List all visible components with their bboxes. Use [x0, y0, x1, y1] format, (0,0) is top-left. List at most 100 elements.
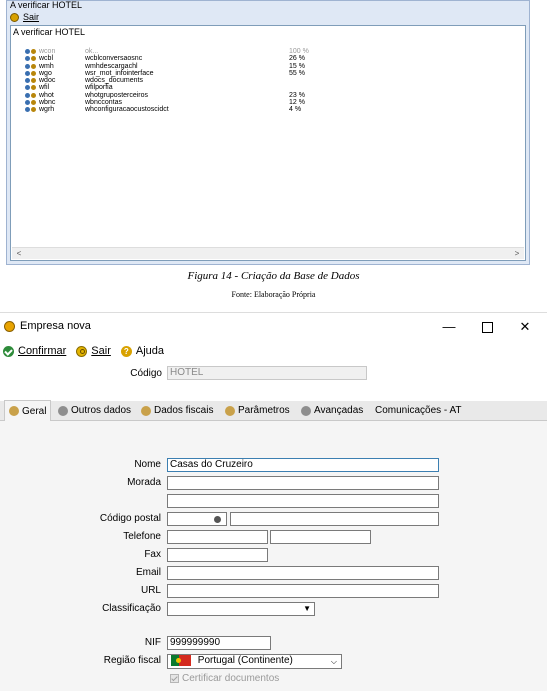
tab-label: Outros dados — [71, 405, 132, 416]
telefone-label: Telefone — [123, 531, 161, 542]
telefone-field[interactable] — [167, 530, 268, 544]
maximize-icon — [481, 322, 493, 334]
telefone-field-2[interactable] — [270, 530, 371, 544]
verification-window: A verificar HOTEL Sair A verificar HOTEL… — [6, 0, 530, 265]
app-icon — [4, 321, 15, 332]
tab-dados-fiscais[interactable]: Dados fiscais — [137, 401, 217, 420]
progress-list: wcon ok... 100 % wcbl wcblconversaosnc 26 % wm… — [25, 48, 325, 114]
module-description: whotgruposterceiros — [85, 91, 149, 99]
confirm-button[interactable]: Confirmar — [3, 345, 66, 357]
code-row: Código HOTEL — [0, 365, 547, 385]
module-code: wcbl — [39, 55, 54, 63]
module-progress: 26 % — [289, 55, 305, 63]
regiao-fiscal-label: Região fiscal — [103, 655, 161, 666]
exit-label: Sair — [23, 12, 40, 22]
regiao-fiscal-value: Portugal (Continente) — [197, 655, 293, 667]
tab-label: Avançadas — [314, 405, 364, 416]
list-item: wdoc wdocs_documents — [25, 77, 325, 84]
company-window: Empresa nova — ✕ Confirmar Sair ? Ajuda … — [0, 312, 547, 691]
tab-geral[interactable]: Geral — [4, 400, 52, 421]
regiao-fiscal-select[interactable]: Portugal (Continente) ⌵ — [167, 654, 342, 669]
fax-label: Fax — [144, 549, 161, 560]
module-description: wcblconversaosnc — [85, 55, 143, 63]
tab-avancadas[interactable]: Avançadas — [297, 401, 367, 420]
figure-source: Fonte: Elaboração Própria — [231, 290, 316, 299]
module-description: wdocs_documents — [85, 77, 143, 85]
nome-label: Nome — [134, 459, 161, 470]
nif-label: NIF — [144, 637, 161, 648]
localidade-field[interactable] — [230, 512, 439, 526]
title-bar: Empresa nova — ✕ — [0, 313, 547, 341]
tab-label: Geral — [22, 405, 47, 417]
maximize-button[interactable] — [470, 317, 504, 337]
check-icon — [3, 345, 14, 357]
list-item: wmh wmhdescargachl 15 % — [25, 63, 325, 70]
help-label: Ajuda — [135, 345, 164, 357]
classificacao-label: Classificação — [102, 603, 161, 614]
module-icon — [25, 78, 37, 84]
list-item: wgo wsr_mot_infointerface 55 % — [25, 70, 325, 77]
module-code: wcon — [39, 48, 56, 55]
confirm-label: Confirmar — [18, 345, 67, 357]
menu-exit-button[interactable]: Sair — [10, 11, 39, 23]
portugal-flag-icon — [171, 655, 191, 666]
exit-button[interactable]: Sair — [76, 345, 111, 357]
tab-parametros[interactable]: Parâmetros — [221, 401, 294, 420]
module-description: wsr_mot_infointerface — [85, 69, 154, 77]
tab-comunicacoes-at[interactable]: Comunicações - AT — [371, 401, 466, 420]
nif-field[interactable]: 999999990 — [167, 636, 271, 650]
module-code: wbnc — [39, 99, 56, 107]
exit-icon — [10, 12, 19, 22]
module-progress: 4 % — [289, 106, 302, 114]
list-item: wcbl wcblconversaosnc 26 % — [25, 55, 325, 62]
module-code: whot — [39, 91, 54, 99]
module-icon — [25, 49, 37, 55]
horizontal-scrollbar[interactable]: < > — [12, 247, 524, 259]
list-item: whot whotgruposterceiros 23 % — [25, 92, 325, 99]
minimize-button[interactable]: — — [432, 317, 466, 337]
window-title: A verificar HOTEL — [10, 0, 83, 10]
info-icon — [9, 406, 19, 416]
url-label: URL — [140, 585, 161, 596]
morada-field-2[interactable] — [167, 494, 439, 508]
classificacao-select[interactable]: ▼ — [167, 602, 315, 616]
code-field[interactable]: HOTEL — [167, 366, 367, 380]
help-button[interactable]: ? Ajuda — [120, 345, 164, 357]
figure-caption: Figura 14 - Criação da Base de Dados — [187, 270, 360, 282]
parameters-icon — [225, 405, 235, 416]
url-field[interactable] — [167, 584, 439, 598]
morada-field[interactable] — [167, 476, 439, 490]
module-progress: 15 % — [289, 62, 305, 70]
exit-label: Sair — [91, 345, 111, 357]
code-label: Código — [130, 368, 162, 379]
morada-label: Morada — [127, 477, 161, 488]
tab-bar: Geral Outros dados Dados fiscais Parâmet… — [0, 400, 547, 421]
lookup-icon[interactable] — [214, 516, 221, 523]
general-form: Nome Casas do Cruzeiro Morada Código pos… — [0, 421, 547, 691]
scroll-left-arrow-icon[interactable]: < — [14, 248, 24, 259]
module-icon — [25, 100, 37, 106]
module-icon — [25, 70, 37, 77]
module-progress: 100 % — [289, 48, 309, 55]
module-progress: 55 % — [289, 69, 305, 77]
module-icon — [25, 63, 37, 70]
module-icon — [25, 92, 37, 99]
module-icon — [25, 85, 37, 91]
toolbar: Confirmar Sair ? Ajuda — [0, 341, 547, 361]
module-code: wdoc — [39, 77, 56, 85]
email-field[interactable] — [167, 566, 439, 580]
close-button[interactable]: ✕ — [508, 317, 542, 337]
tab-label: Dados fiscais — [154, 405, 214, 416]
panel-header: A verificar HOTEL — [13, 27, 86, 37]
tab-outros-dados[interactable]: Outros dados — [54, 401, 135, 420]
chevron-down-icon: ⌵ — [330, 657, 337, 666]
certificar-checkbox[interactable] — [170, 674, 179, 683]
nome-field[interactable]: Casas do Cruzeiro — [167, 458, 439, 472]
scroll-right-arrow-icon[interactable]: > — [512, 248, 522, 259]
exit-icon — [76, 345, 88, 357]
advanced-icon — [301, 405, 311, 416]
window-title: Empresa nova — [20, 320, 91, 332]
module-code: wgo — [39, 69, 52, 77]
help-icon: ? — [120, 345, 132, 357]
fax-field[interactable] — [167, 548, 268, 562]
